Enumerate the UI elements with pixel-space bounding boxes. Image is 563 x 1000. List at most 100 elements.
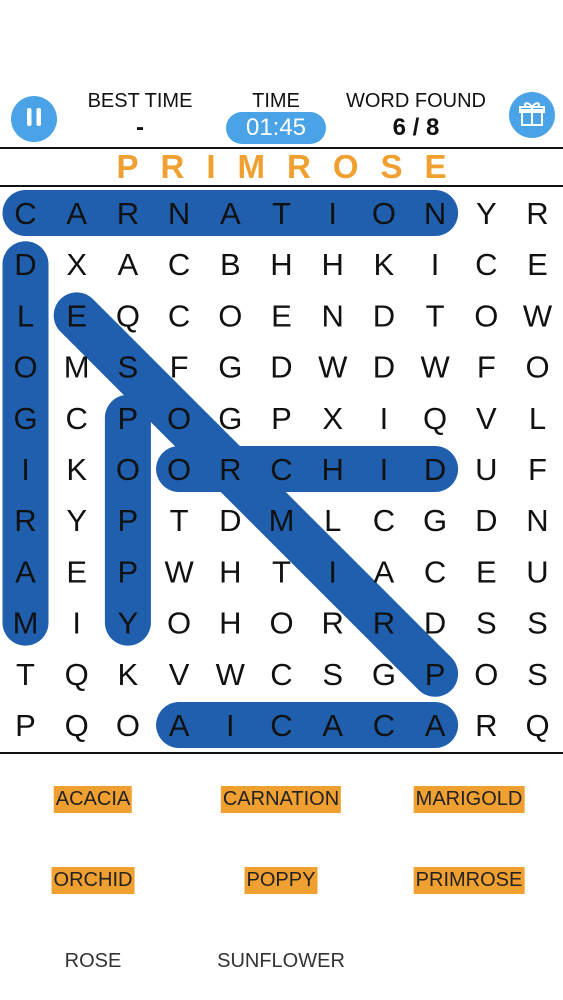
grid-cell[interactable]: W xyxy=(318,350,348,385)
grid-cell[interactable]: E xyxy=(271,298,292,333)
grid-cell[interactable]: Q xyxy=(65,708,89,743)
grid-cell[interactable]: A xyxy=(425,708,446,743)
grid-cell[interactable]: S xyxy=(322,657,343,692)
grid-cell[interactable]: R xyxy=(14,503,36,538)
grid-cell[interactable]: V xyxy=(476,401,497,436)
grid-cell[interactable]: G xyxy=(423,503,447,538)
grid-cell[interactable]: P xyxy=(425,657,446,692)
grid-cell[interactable]: Q xyxy=(423,401,447,436)
grid-cell[interactable]: H xyxy=(219,606,241,641)
grid-cell[interactable]: C xyxy=(270,708,292,743)
grid-cell[interactable]: D xyxy=(373,298,395,333)
grid-cell[interactable]: W xyxy=(164,554,194,589)
grid-cell[interactable]: P xyxy=(118,503,139,538)
grid-cell[interactable]: R xyxy=(219,452,241,487)
grid-cell[interactable]: I xyxy=(431,247,440,282)
grid-cell[interactable]: I xyxy=(72,606,81,641)
grid-cell[interactable]: A xyxy=(374,554,395,589)
grid-cell[interactable]: O xyxy=(474,657,498,692)
grid-cell[interactable]: C xyxy=(373,708,395,743)
grid-cell[interactable]: C xyxy=(424,554,446,589)
grid-cell[interactable]: Q xyxy=(525,708,549,743)
grid-cell[interactable]: S xyxy=(476,606,497,641)
grid-cell[interactable]: I xyxy=(380,452,389,487)
grid-cell[interactable]: Y xyxy=(476,196,497,231)
grid-cell[interactable]: C xyxy=(270,657,292,692)
grid-cell[interactable]: C xyxy=(475,247,497,282)
grid-cell[interactable]: W xyxy=(523,298,553,333)
grid-cell[interactable]: T xyxy=(426,298,445,333)
grid-cell[interactable]: S xyxy=(527,606,548,641)
grid-cell[interactable]: O xyxy=(167,452,191,487)
grid-cell[interactable]: F xyxy=(477,350,496,385)
grid-cell[interactable]: P xyxy=(271,401,292,436)
grid-cell[interactable]: M xyxy=(13,606,39,641)
grid-cell[interactable]: T xyxy=(272,554,291,589)
grid-cell[interactable]: M xyxy=(269,503,295,538)
grid-cell[interactable]: H xyxy=(219,554,241,589)
grid-cell[interactable]: S xyxy=(118,350,139,385)
grid-cell[interactable]: P xyxy=(118,401,139,436)
grid-cell[interactable]: I xyxy=(380,401,389,436)
grid-cell[interactable]: O xyxy=(218,298,242,333)
grid-cell[interactable]: H xyxy=(322,247,344,282)
grid-cell[interactable]: H xyxy=(270,247,292,282)
grid-cell[interactable]: O xyxy=(372,196,396,231)
grid-cell[interactable]: D xyxy=(373,350,395,385)
grid-cell[interactable]: R xyxy=(322,606,344,641)
grid-cell[interactable]: K xyxy=(374,247,395,282)
grid-cell[interactable]: Y xyxy=(66,503,87,538)
grid-cell[interactable]: O xyxy=(116,452,140,487)
grid-cell[interactable]: W xyxy=(420,350,450,385)
grid-cell[interactable]: A xyxy=(118,247,139,282)
grid-cell[interactable]: O xyxy=(269,606,293,641)
grid-cell[interactable]: N xyxy=(424,196,446,231)
grid-cell[interactable]: D xyxy=(424,452,446,487)
grid-cell[interactable]: O xyxy=(167,606,191,641)
grid-cell[interactable]: E xyxy=(476,554,497,589)
grid-cell[interactable]: P xyxy=(118,554,139,589)
grid-cell[interactable]: E xyxy=(66,554,87,589)
grid-cell[interactable]: U xyxy=(475,452,497,487)
grid-cell[interactable]: W xyxy=(216,657,246,692)
grid-cell[interactable]: S xyxy=(527,657,548,692)
grid-cell[interactable]: I xyxy=(328,554,337,589)
grid-cell[interactable]: N xyxy=(526,503,548,538)
grid-cell[interactable]: A xyxy=(66,196,87,231)
grid-cell[interactable]: K xyxy=(118,657,139,692)
grid-cell[interactable]: F xyxy=(170,350,189,385)
grid-cell[interactable]: P xyxy=(15,708,36,743)
grid-cell[interactable]: D xyxy=(475,503,497,538)
grid-cell[interactable]: Q xyxy=(65,657,89,692)
grid-cell[interactable]: U xyxy=(526,554,548,589)
grid-cell[interactable]: O xyxy=(474,298,498,333)
grid-cell[interactable]: R xyxy=(117,196,139,231)
grid-cell[interactable]: O xyxy=(13,350,37,385)
grid-cell[interactable]: C xyxy=(270,452,292,487)
letter-grid[interactable]: C A R N A T I O N Y RD X A C B H H K I C EL E Q C O E N D T O WO M S F G D W… xyxy=(0,186,563,752)
grid-cell[interactable]: O xyxy=(167,401,191,436)
grid-cell[interactable]: G xyxy=(218,401,242,436)
grid-cell[interactable]: L xyxy=(17,298,34,333)
grid-cell[interactable]: A xyxy=(169,708,190,743)
grid-cell[interactable]: A xyxy=(322,708,343,743)
grid-cell[interactable]: E xyxy=(527,247,548,282)
grid-cell[interactable]: O xyxy=(116,708,140,743)
grid-cell[interactable]: T xyxy=(272,196,291,231)
grid-cell[interactable]: N xyxy=(322,298,344,333)
grid-cell[interactable]: X xyxy=(322,401,343,436)
grid-cell[interactable]: D xyxy=(14,247,36,282)
grid-cell[interactable]: D xyxy=(270,350,292,385)
grid-cell[interactable]: K xyxy=(66,452,87,487)
grid-cell[interactable]: A xyxy=(220,196,241,231)
pause-button[interactable] xyxy=(11,96,57,142)
grid-cell[interactable]: C xyxy=(168,298,190,333)
grid-cell[interactable]: R xyxy=(475,708,497,743)
grid-cell[interactable]: E xyxy=(66,298,87,333)
grid-cell[interactable]: I xyxy=(226,708,235,743)
grid-cell[interactable]: G xyxy=(372,657,396,692)
grid-cell[interactable]: L xyxy=(529,401,546,436)
grid-cell[interactable]: M xyxy=(64,350,90,385)
grid-cell[interactable]: L xyxy=(324,503,341,538)
grid-cell[interactable]: V xyxy=(169,657,190,692)
